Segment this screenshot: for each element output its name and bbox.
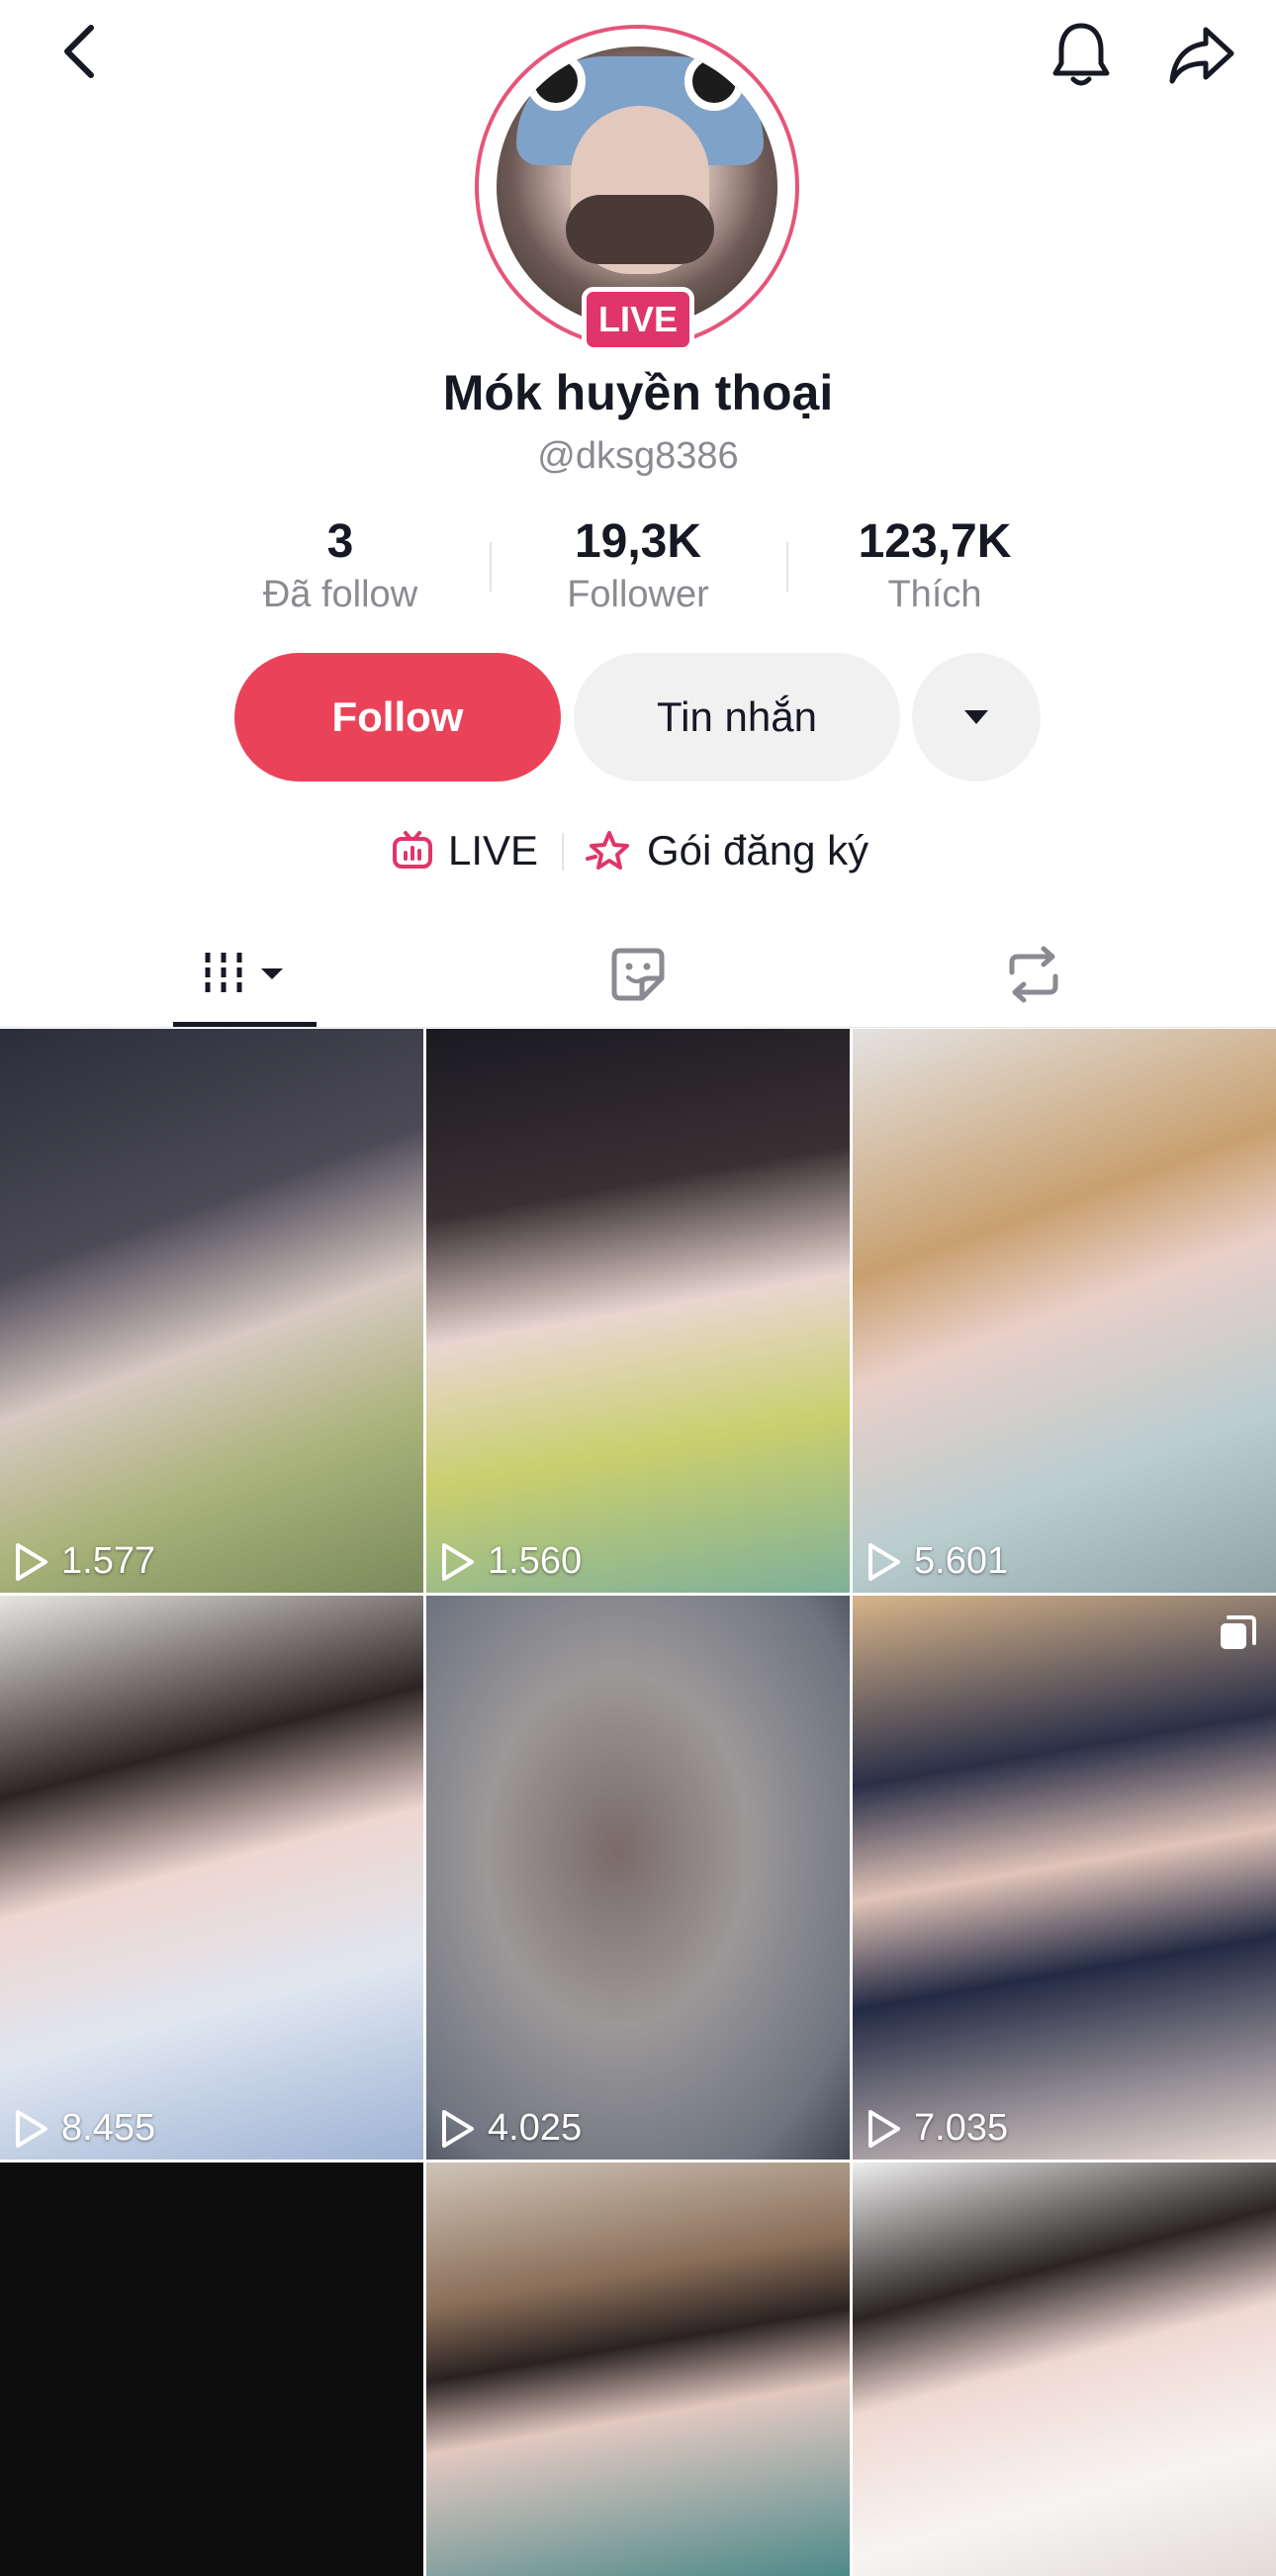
live-badge[interactable]: LIVE [582,287,694,352]
live-link[interactable]: LIVE [391,821,538,880]
view-count-value: 5.601 [914,1540,1009,1582]
dropdown-arrow-icon [964,710,988,724]
links-divider [562,833,564,871]
stat-followers[interactable]: 19,3K Follower [509,514,767,619]
play-icon [442,1542,474,1581]
view-count: 8.455 [14,2107,155,2150]
view-count-value: 8.455 [61,2107,156,2149]
view-count-value: 4.025 [488,2107,583,2149]
video-thumbnail[interactable] [0,2162,423,2576]
stat-divider [490,542,492,592]
view-count: 1.577 [14,1540,155,1583]
video-thumbnail[interactable]: 5.601 [853,1029,1276,1593]
subscription-link[interactable]: Gói đăng ký [586,821,868,880]
multi-photo-icon [1221,1615,1256,1649]
stat-value: 123,7K [858,515,1012,568]
play-icon [868,1542,900,1581]
profile-stats: 3 Đã follow 19,3K Follower 123,7K Thích [0,514,1276,623]
more-options-button[interactable] [912,653,1041,782]
play-icon [16,2109,47,2148]
avatar [497,46,777,327]
stat-likes[interactable]: 123,7K Thích [806,514,1063,619]
video-thumbnail[interactable]: 7.035 [853,1596,1276,2160]
view-count: 5.601 [866,1540,1008,1583]
view-count-value: 1.560 [488,1540,583,1582]
follow-button[interactable]: Follow [234,653,561,782]
stat-label: Follower [567,574,709,615]
play-icon [868,2109,900,2148]
stat-following[interactable]: 3 Đã follow [212,514,469,619]
view-count: 7.035 [866,2107,1008,2150]
view-count-value: 7.035 [914,2107,1009,2149]
stat-value: 19,3K [574,515,702,568]
tab-stickers[interactable] [584,920,692,1029]
share-button[interactable] [1152,12,1251,96]
stat-value: 3 [326,515,354,568]
back-button[interactable] [40,12,119,91]
share-icon [1169,27,1234,83]
sticker-icon [611,948,665,1001]
tabs-divider [0,1027,1276,1028]
videos-grid-icon [205,953,283,996]
subscription-link-label: Gói đăng ký [647,827,869,874]
username-handle: @dksg8386 [537,435,739,477]
video-thumbnail[interactable]: 8.455 [0,1596,423,2160]
view-count: 4.025 [440,2107,582,2150]
back-icon [64,25,94,78]
view-count-value: 1.577 [61,1540,156,1582]
profile-links: LIVE Gói đăng ký [0,821,1276,880]
display-name: Mók huyền thoại [442,365,834,420]
tab-videos[interactable] [173,920,317,1029]
bell-icon [1052,23,1109,85]
play-icon [442,2109,474,2148]
view-count: 1.560 [440,1540,582,1583]
subscription-star-icon [586,831,629,870]
video-thumbnail[interactable]: 1.577 [0,1029,423,1593]
stat-label: Đã follow [262,574,418,615]
notifications-button[interactable] [1034,12,1128,96]
stat-label: Thích [887,574,982,615]
video-thumbnail[interactable] [426,2162,850,2576]
video-thumbnail[interactable] [853,2162,1276,2576]
video-thumbnail[interactable]: 4.025 [426,1596,850,2160]
stat-divider [786,542,788,592]
repost-icon [1009,946,1058,1003]
video-thumbnail[interactable]: 1.560 [426,1029,850,1593]
tab-reposts[interactable] [979,920,1088,1029]
live-tv-icon [393,831,432,869]
live-link-label: LIVE [448,827,539,874]
content-tabs [0,920,1276,1029]
play-icon [16,1542,47,1581]
message-button[interactable]: Tin nhắn [574,653,900,782]
